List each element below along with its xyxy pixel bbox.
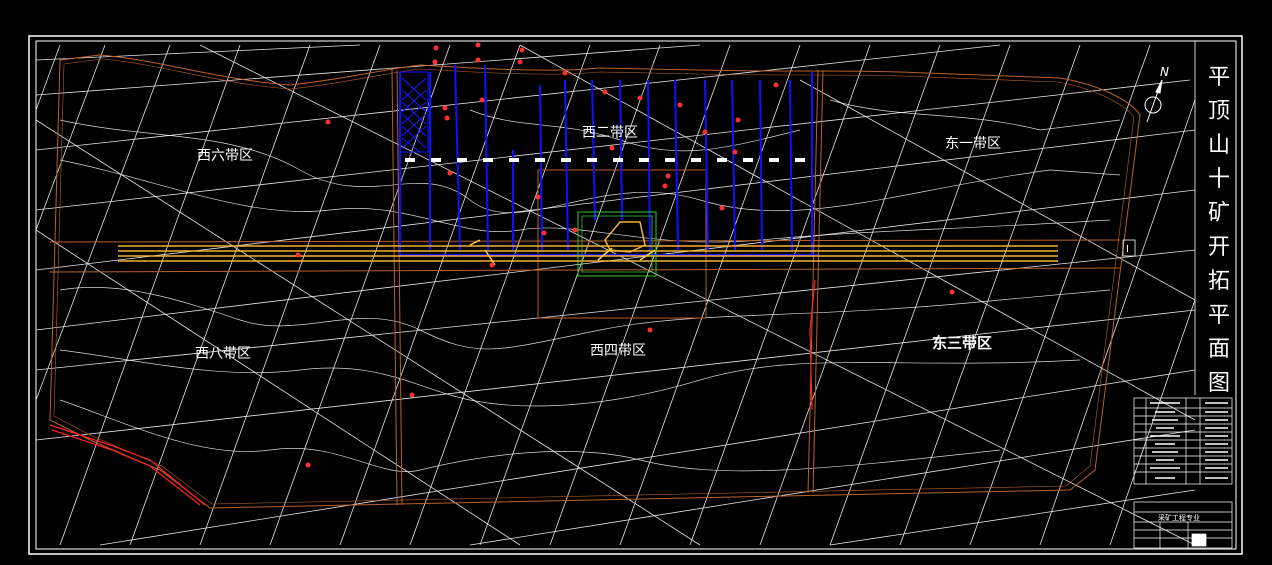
title-char: 面	[1208, 337, 1230, 362]
title-char: 拓	[1208, 269, 1230, 294]
title-char: 山	[1208, 133, 1230, 158]
title-char: 平	[1208, 303, 1230, 328]
zone-label-west8: 西八带区	[195, 346, 251, 362]
title-block-caption: 采矿工程专业	[1158, 513, 1200, 522]
section-mark: I	[1122, 239, 1136, 257]
drawing-title: 平 顶 山 十 矿 开 拓 平 面 图	[1208, 65, 1230, 396]
title-char: 开	[1208, 235, 1230, 260]
svg-text:I: I	[1126, 244, 1129, 255]
north-arrow-icon	[1144, 79, 1163, 123]
coordinate-grid	[35, 44, 1196, 546]
zone-label-east3: 东三带区	[932, 334, 992, 352]
title-char: 顶	[1208, 99, 1230, 124]
title-char: 矿	[1208, 201, 1230, 226]
legend-table	[1133, 397, 1233, 485]
north-label: N	[1160, 65, 1169, 79]
title-char: 图	[1208, 371, 1230, 396]
title-char: 平	[1208, 65, 1230, 90]
mine-boundary	[49, 54, 1141, 509]
title-char: 十	[1208, 167, 1230, 192]
zone-label-west4: 西四带区	[590, 343, 646, 359]
zone-label-east1: 东一带区	[945, 136, 1001, 152]
hatched-block	[401, 77, 427, 153]
mine-layout-drawing: 西六带区 西二带区 东一带区 西八带区 西四带区 东三带区 I N 平 顶 山 …	[28, 35, 1243, 555]
title-block	[1133, 501, 1233, 549]
zone-label-west6: 西六带区	[197, 148, 253, 164]
zone-label-west2: 西二带区	[582, 125, 638, 141]
main-haulage	[118, 245, 1058, 262]
